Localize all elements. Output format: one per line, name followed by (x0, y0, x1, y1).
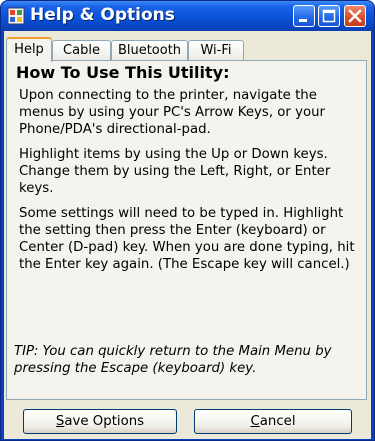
dialog-body: Help Cable Bluetooth Wi-Fi How To Use Th… (4, 31, 371, 439)
close-button[interactable] (344, 5, 366, 27)
save-label: ave Options (64, 414, 145, 429)
app-icon (7, 7, 25, 25)
maximize-button[interactable] (318, 5, 340, 27)
minimize-button[interactable] (293, 5, 315, 27)
tab-help[interactable]: Help (6, 37, 52, 62)
tab-cable[interactable]: Cable (52, 40, 111, 60)
cancel-label: ancel (259, 414, 296, 429)
close-icon (348, 9, 362, 23)
maximize-icon (322, 9, 336, 23)
help-paragraph-navigation: Upon connecting to the printer, navigate… (19, 88, 326, 137)
tab-bluetooth[interactable]: Bluetooth (111, 40, 188, 60)
save-options-button[interactable]: Save Options (23, 409, 177, 434)
minimize-icon (299, 19, 307, 22)
help-tip: TIP: You can quickly return to the Main … (14, 344, 332, 376)
title-bar[interactable]: Help & Options (1, 1, 374, 31)
cancel-mnemonic: C (250, 414, 260, 429)
tab-wifi[interactable]: Wi-Fi (188, 40, 244, 60)
help-tab-panel: How To Use This Utility: Upon connecting… (6, 60, 367, 400)
window-title: Help & Options (30, 5, 175, 25)
help-heading: How To Use This Utility: (16, 63, 230, 82)
help-paragraph-typing: Some settings will need to be typed in. … (19, 206, 355, 272)
help-paragraph-highlight: Highlight items by using the Up or Down … (19, 147, 331, 196)
cancel-button[interactable]: Cancel (194, 409, 352, 434)
help-options-window: Help & Options Help Cable Bluetooth Wi-F… (0, 0, 375, 441)
